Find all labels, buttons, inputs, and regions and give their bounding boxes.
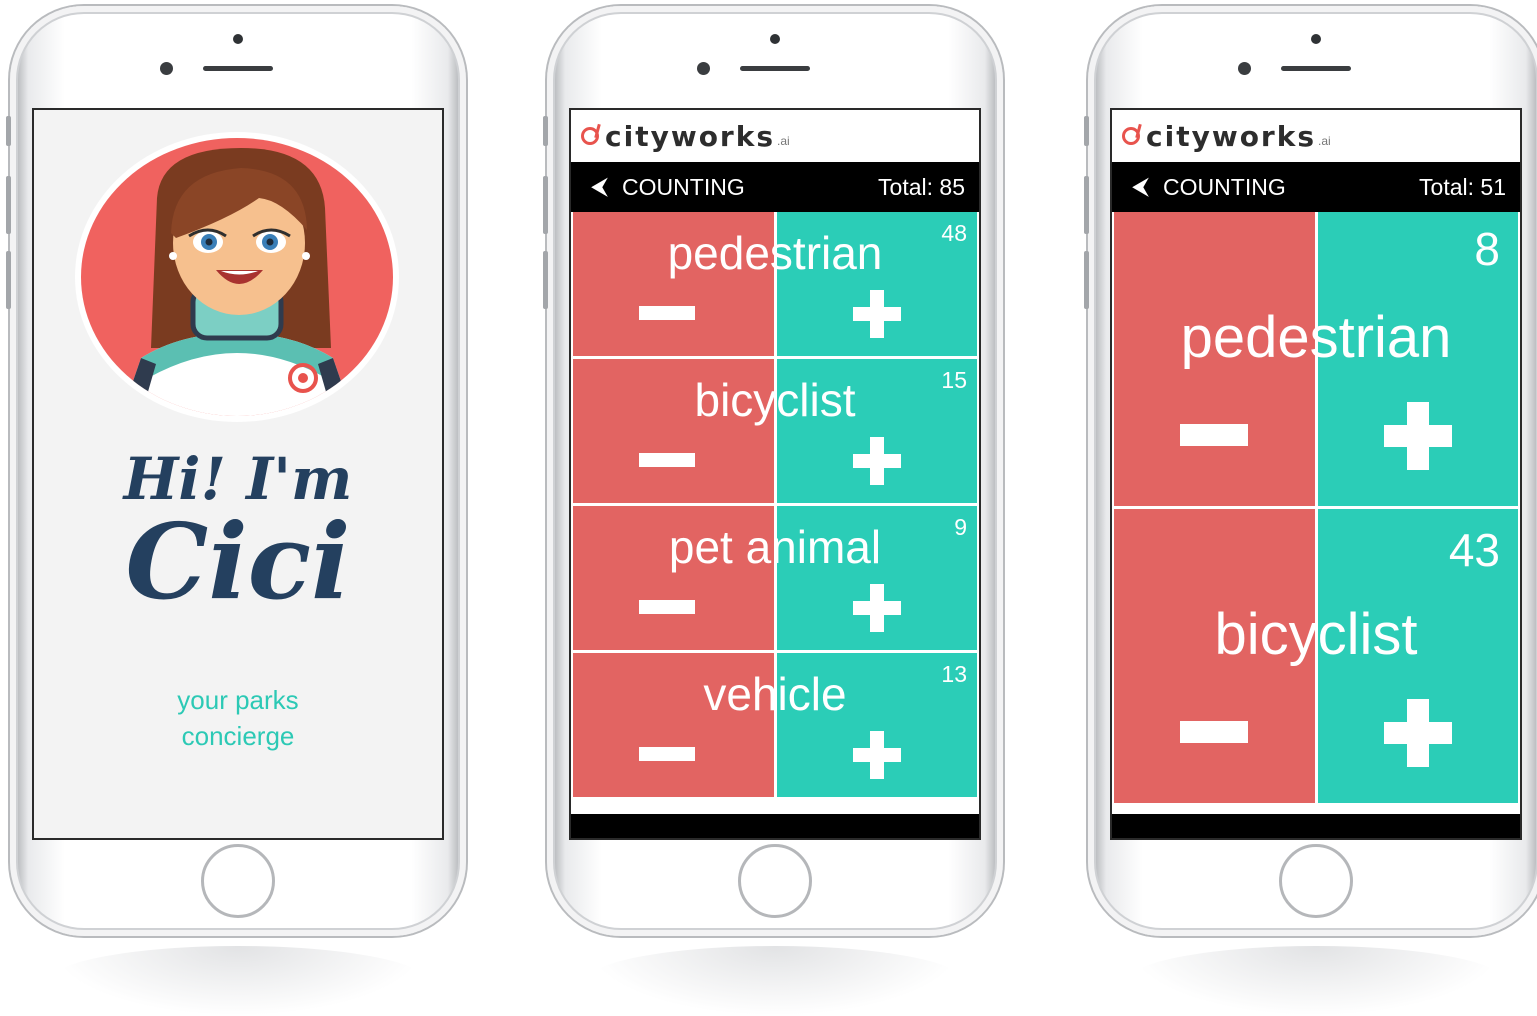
minus-icon: [639, 747, 695, 761]
bottom-bar: [1112, 814, 1520, 838]
volume-down-button: [1084, 251, 1089, 309]
phone-counting-2: cityworks .ai ⮜ COUNTING Total: 51 pedes…: [1084, 6, 1537, 1016]
avatar-frame: [75, 132, 399, 422]
decrement-button-vehicle[interactable]: [573, 653, 774, 797]
earpiece-speaker: [203, 66, 273, 71]
volume-up-button: [6, 176, 11, 234]
counter-value: 13: [941, 661, 967, 687]
total-count: Total: 51: [1419, 173, 1506, 200]
mute-switch: [543, 116, 548, 146]
minus-icon: [639, 306, 695, 320]
plus-icon: [852, 437, 901, 485]
decrement-button-bicyclist[interactable]: [1114, 509, 1315, 803]
counter-row-bicyclist: bicyclist 15: [573, 359, 977, 503]
tagline-line-2: concierge: [181, 721, 295, 751]
home-button[interactable]: [738, 844, 812, 918]
counting-screen: cityworks .ai ⮜ COUNTING Total: 85 pedes…: [569, 108, 981, 840]
tagline-line-1: your parks: [177, 685, 299, 715]
earpiece-speaker: [740, 66, 810, 71]
cici-illustration: [121, 148, 353, 416]
front-camera: [1311, 34, 1321, 44]
bottom-bar: [571, 814, 979, 838]
volume-up-button: [543, 176, 548, 234]
logo-text: cityworks: [605, 119, 776, 153]
counter-grid: pedestrian 48 bicyclist 15 pet animal 9 …: [573, 212, 977, 800]
volume-down-button: [543, 251, 548, 309]
greeting: Hi! I'm Cici: [34, 448, 442, 614]
decrement-button-pet-animal[interactable]: [573, 506, 774, 650]
counter-row-pedestrian: pedestrian 48: [573, 212, 977, 356]
plus-icon: [1383, 699, 1452, 767]
counter-value: 43: [1448, 524, 1500, 576]
left-arrow-icon: ⮜: [591, 173, 609, 200]
plus-icon: [1383, 402, 1452, 470]
home-button[interactable]: [1279, 844, 1353, 918]
counter-grid: pedestrian 8 bicyclist 43: [1114, 212, 1518, 806]
cityworks-logo-icon: [581, 127, 599, 145]
counter-value: 15: [941, 367, 967, 393]
mute-switch: [6, 116, 11, 146]
left-arrow-icon: ⮜: [1132, 173, 1150, 200]
counter-value: 8: [1474, 223, 1500, 275]
phone-counting-4: cityworks .ai ⮜ COUNTING Total: 85 pedes…: [543, 6, 1003, 1016]
front-camera: [233, 34, 243, 44]
decrement-button-pedestrian[interactable]: [1114, 212, 1315, 506]
app-logo: cityworks .ai: [1112, 110, 1520, 162]
plus-icon: [852, 731, 901, 779]
minus-icon: [639, 600, 695, 614]
welcome-screen: Hi! I'm Cici your parks concierge: [32, 108, 444, 840]
home-button[interactable]: [201, 844, 275, 918]
minus-icon: [1180, 721, 1248, 743]
minus-icon: [1180, 424, 1248, 446]
counter-row-pedestrian: pedestrian 8: [1114, 212, 1518, 506]
back-button[interactable]: ⮜ COUNTING: [1132, 173, 1286, 201]
plus-icon: [852, 584, 901, 632]
front-camera: [770, 34, 780, 44]
logo-suffix: .ai: [777, 134, 790, 148]
volume-up-button: [1084, 176, 1089, 234]
proximity-sensor: [160, 62, 173, 75]
minus-icon: [639, 453, 695, 467]
counter-row-pet-animal: pet animal 9: [573, 506, 977, 650]
nav-bar: ⮜ COUNTING Total: 51: [1112, 162, 1520, 212]
decrement-button-bicyclist[interactable]: [573, 359, 774, 503]
proximity-sensor: [697, 62, 710, 75]
screen-title: COUNTING: [1163, 173, 1286, 200]
counter-row-vehicle: vehicle 13: [573, 653, 977, 797]
tagline: your parks concierge: [34, 682, 442, 754]
greeting-name: Cici: [125, 500, 351, 623]
plus-icon: [852, 290, 901, 338]
total-count: Total: 85: [878, 173, 965, 200]
mute-switch: [1084, 116, 1089, 146]
phone-welcome: Hi! I'm Cici your parks concierge: [6, 6, 466, 1016]
back-button[interactable]: ⮜ COUNTING: [591, 173, 745, 201]
logo-text: cityworks: [1146, 119, 1317, 153]
proximity-sensor: [1238, 62, 1251, 75]
cityworks-logo-icon: [1122, 127, 1140, 145]
counter-value: 48: [941, 220, 967, 246]
nav-bar: ⮜ COUNTING Total: 85: [571, 162, 979, 212]
screen-title: COUNTING: [622, 173, 745, 200]
counter-value: 9: [954, 514, 967, 540]
earpiece-speaker: [1281, 66, 1351, 71]
decrement-button-pedestrian[interactable]: [573, 212, 774, 356]
volume-down-button: [6, 251, 11, 309]
cici-avatar: [81, 138, 393, 416]
counting-screen: cityworks .ai ⮜ COUNTING Total: 51 pedes…: [1110, 108, 1522, 840]
increment-button-pet-animal[interactable]: [776, 506, 977, 650]
logo-suffix: .ai: [1318, 134, 1331, 148]
counter-row-bicyclist: bicyclist 43: [1114, 509, 1518, 803]
app-logo: cityworks .ai: [571, 110, 979, 162]
